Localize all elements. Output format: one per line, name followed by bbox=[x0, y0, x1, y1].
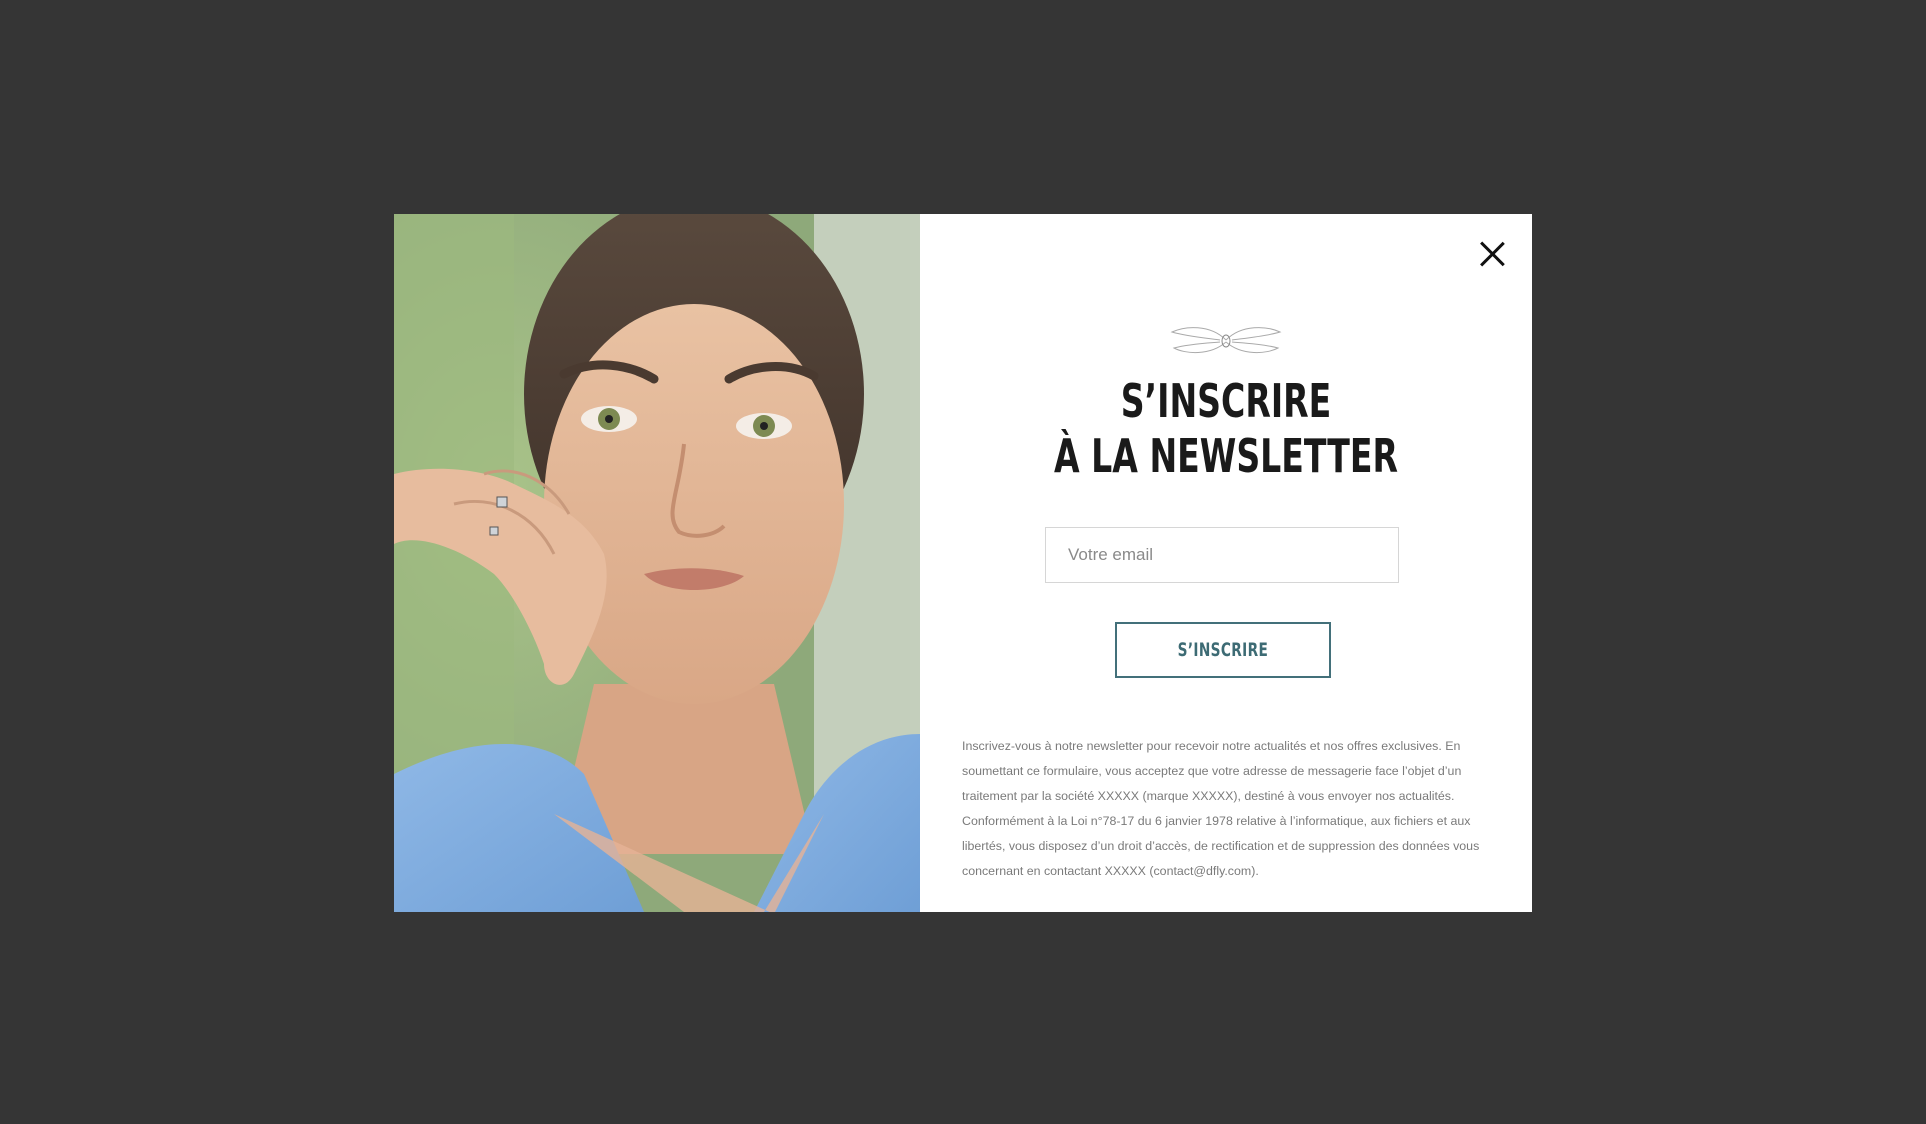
subscribe-button-label: S’INSCRIRE bbox=[1177, 639, 1269, 661]
legal-notice: Inscrivez-vous à notre newsletter pour r… bbox=[962, 739, 1480, 878]
subscribe-button[interactable]: S’INSCRIRE bbox=[1115, 622, 1331, 678]
title-line-2: À LA NEWSLETTER bbox=[1054, 429, 1398, 483]
email-field[interactable] bbox=[1045, 527, 1399, 583]
page-title: S’INSCRIRE À LA NEWSLETTER bbox=[1006, 374, 1447, 484]
title-line-1: S’INSCRIRE bbox=[1120, 374, 1332, 428]
dragonfly-logo-icon bbox=[1170, 327, 1282, 353]
close-icon[interactable] bbox=[1478, 240, 1506, 268]
woman-portrait-photo bbox=[394, 214, 920, 912]
newsletter-modal: S’INSCRIRE À LA NEWSLETTER S’INSCRIRE In… bbox=[394, 214, 1532, 912]
newsletter-panel: S’INSCRIRE À LA NEWSLETTER S’INSCRIRE In… bbox=[920, 214, 1532, 912]
